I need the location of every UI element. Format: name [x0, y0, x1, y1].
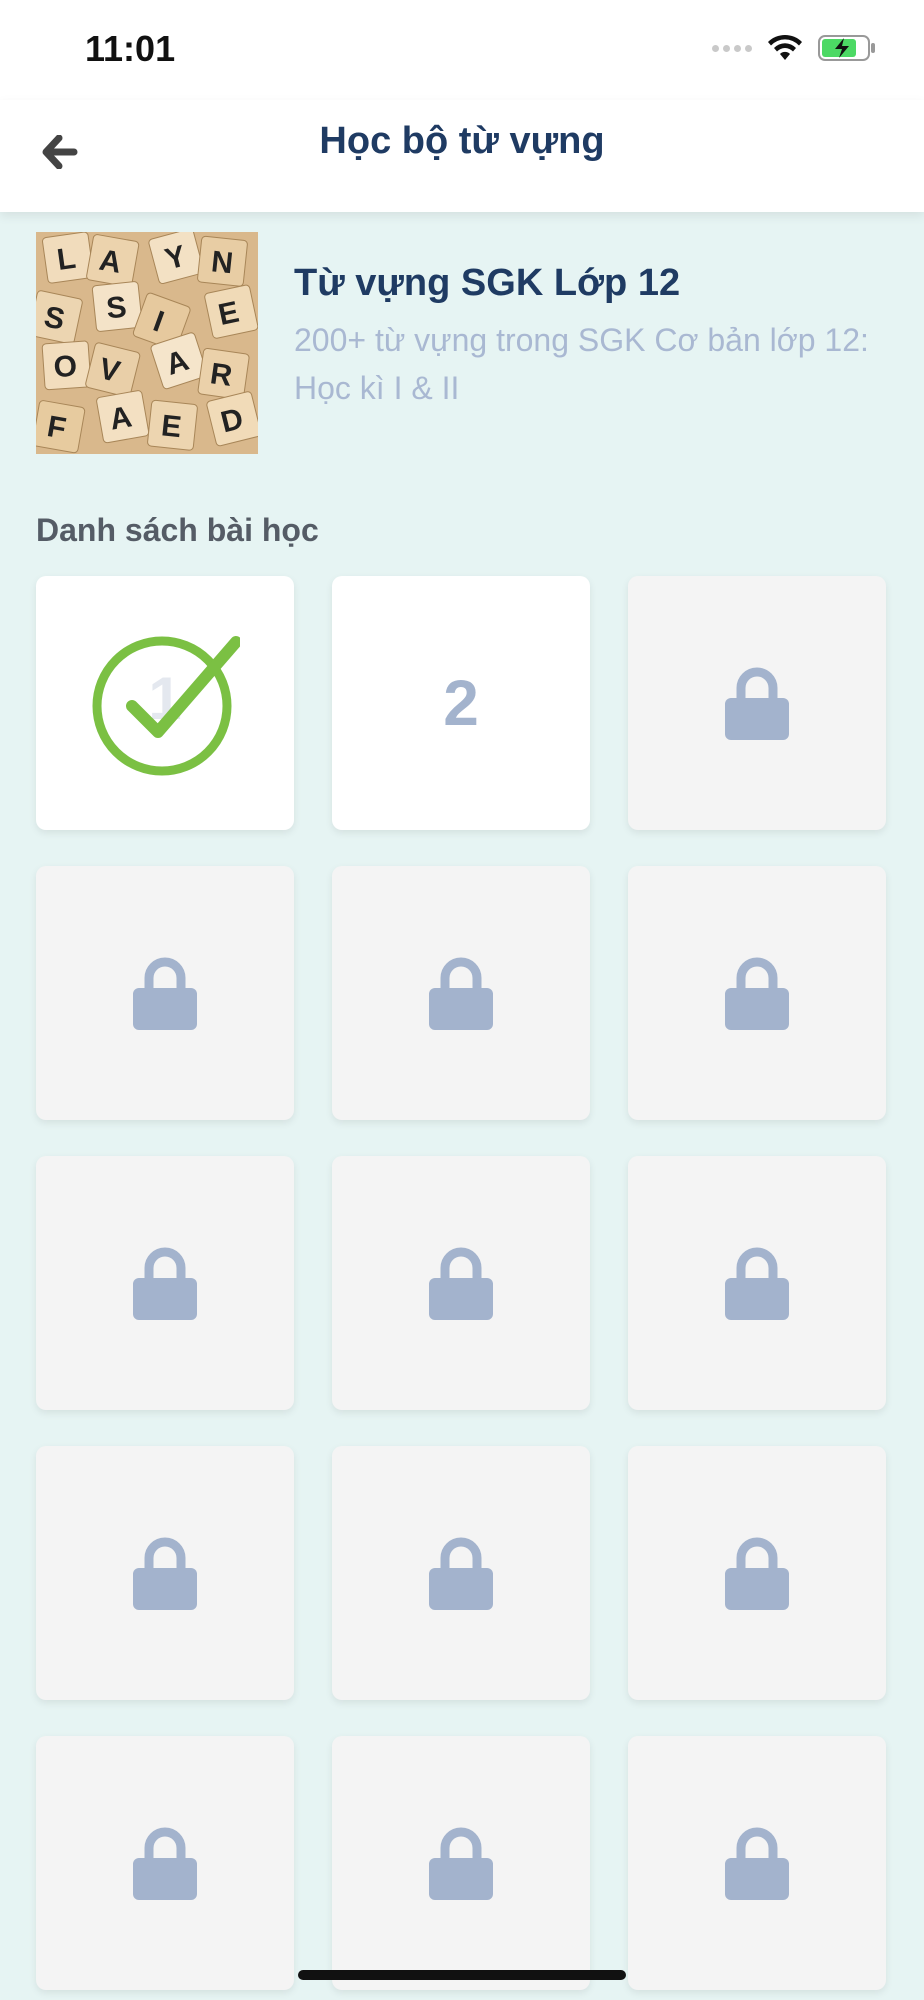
lesson-card-locked[interactable] — [332, 1736, 590, 1990]
wifi-icon — [768, 34, 802, 60]
lessons-section-label: Danh sách bài học — [36, 512, 319, 548]
lesson-card-locked[interactable] — [36, 1736, 294, 1990]
check-circle-icon — [92, 636, 240, 776]
lock-icon — [429, 1537, 493, 1610]
lesson-card-locked[interactable] — [628, 1446, 886, 1700]
lesson-card-locked[interactable] — [332, 866, 590, 1120]
lesson-card-locked[interactable] — [332, 1446, 590, 1700]
lesson-card-1-completed[interactable]: 1 — [36, 576, 294, 830]
svg-text:N: N — [210, 245, 235, 280]
status-icons — [712, 34, 876, 62]
lesson-card-locked[interactable] — [628, 866, 886, 1120]
lesson-number: 2 — [443, 667, 479, 739]
home-indicator[interactable] — [298, 1970, 626, 1980]
course-description: 200+ từ vựng trong SGK Cơ bản lớp 12: Họ… — [294, 322, 869, 406]
lesson-card-locked[interactable] — [36, 866, 294, 1120]
lesson-card-locked[interactable] — [36, 1446, 294, 1700]
course-title: Từ vựng SGK Lớp 12 — [294, 262, 681, 304]
scrabble-tiles-image: L A Y N S S I E O V A R F A E D — [36, 232, 258, 454]
course-thumbnail: L A Y N S S I E O V A R F A E D — [36, 232, 258, 454]
lock-icon — [725, 1827, 789, 1900]
course-header: L A Y N S S I E O V A R F A E D Từ vựng … — [36, 232, 896, 456]
lesson-card-locked[interactable] — [628, 576, 886, 830]
lock-icon — [133, 1827, 197, 1900]
status-bar: 11:01 — [0, 0, 924, 100]
lock-icon — [133, 1247, 197, 1320]
lock-icon — [133, 1537, 197, 1610]
lock-icon — [725, 1537, 789, 1610]
lock-icon — [429, 1827, 493, 1900]
svg-text:S: S — [105, 291, 128, 326]
battery-charging-icon — [818, 35, 875, 61]
lesson-card-locked[interactable] — [36, 1156, 294, 1410]
lock-icon — [429, 1247, 493, 1320]
lesson-card-locked[interactable] — [332, 1156, 590, 1410]
nav-bar: Học bộ từ vựng — [0, 100, 924, 212]
lesson-card-locked[interactable] — [628, 1156, 886, 1410]
status-time: 11:01 — [85, 28, 176, 69]
svg-text:O: O — [53, 350, 79, 385]
lesson-card-locked[interactable] — [628, 1736, 886, 1990]
lock-icon — [725, 667, 789, 740]
lock-icon — [725, 1247, 789, 1320]
svg-text:E: E — [160, 409, 183, 444]
lock-icon — [725, 957, 789, 1030]
lesson-card-2[interactable]: 2 — [332, 576, 590, 830]
lock-icon — [429, 957, 493, 1030]
lock-icon — [133, 957, 197, 1030]
signal-dots-icon — [712, 44, 752, 52]
page-title: Học bộ từ vựng — [319, 120, 605, 162]
